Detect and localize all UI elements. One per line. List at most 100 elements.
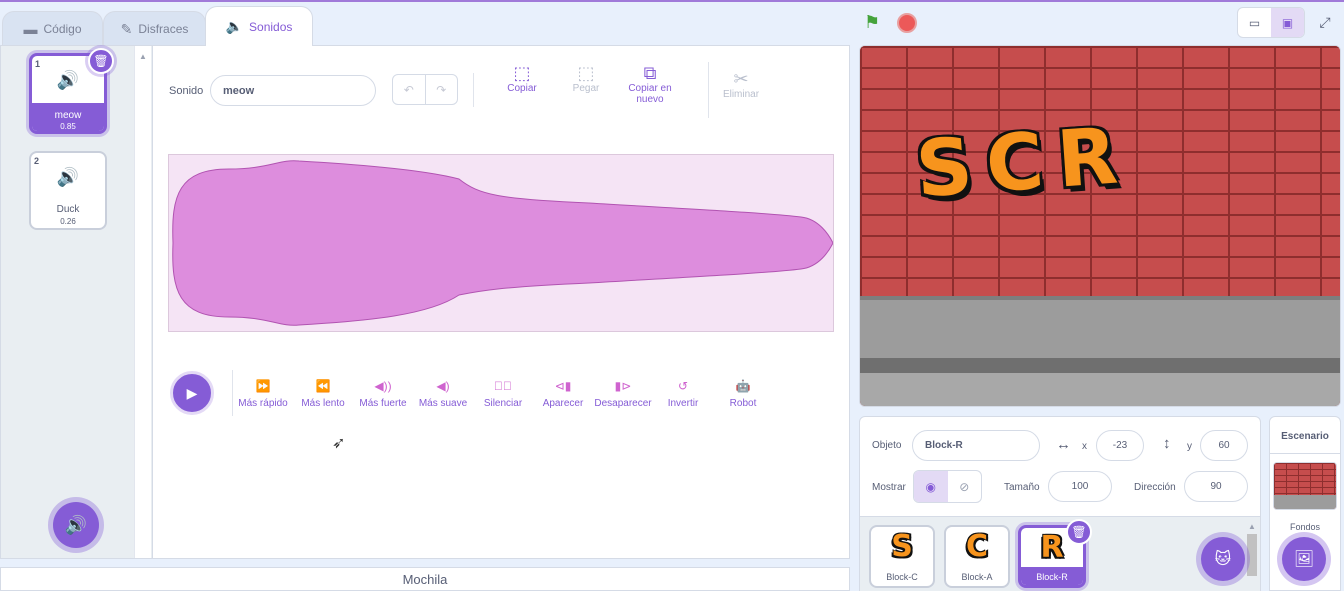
mute-icon: ◀⃥ [494, 379, 512, 393]
direction-label: Dirección [1134, 482, 1176, 493]
effect-fade-in[interactable]: ⊲▮ Aparecer [538, 379, 588, 409]
tab-code[interactable]: ▬ Código [2, 11, 103, 46]
effect-mute[interactable]: ◀⃥ Silenciar [478, 379, 528, 409]
top-border [0, 0, 1344, 2]
scroll-thumb[interactable] [1247, 534, 1257, 576]
small-stage-icon[interactable]: ▭ [1238, 8, 1271, 37]
effect-label: Más suave [418, 398, 468, 409]
cat-add-icon: 🐱 [1214, 551, 1232, 568]
tab-sounds-label: Sonidos [249, 19, 293, 34]
effect-fade-out[interactable]: ▮⊳ Desaparecer [592, 379, 654, 409]
size-field[interactable]: 100 [1048, 471, 1112, 502]
y-field[interactable]: 60 [1200, 430, 1248, 461]
effect-louder[interactable]: ◀)) Más fuerte [356, 379, 410, 409]
code-blocks-icon: ▬ [23, 21, 38, 37]
tab-code-label: Código [43, 22, 82, 36]
add-backdrop-button[interactable]: 🖼 [1282, 537, 1326, 581]
fade-in-icon: ⊲▮ [554, 379, 572, 393]
speaker-icon: 🔊 [56, 167, 80, 187]
sprite-tile-block-c[interactable]: S Block-C [869, 525, 935, 588]
y-label: y [1187, 441, 1192, 452]
sprite-tile-block-a[interactable]: C Block-A [944, 525, 1010, 588]
backdrop-thumbnail[interactable] [1273, 462, 1337, 510]
brush-icon: ✎ [120, 20, 133, 37]
sound-name: meow [54, 110, 82, 121]
sidewalk [860, 296, 1340, 358]
scroll-up-icon[interactable]: ▲ [139, 52, 147, 61]
stage-sprites-text[interactable]: SCR [913, 111, 1134, 216]
curb [860, 358, 1340, 373]
sound-name-field[interactable]: meow [210, 75, 376, 106]
eye-icon[interactable]: ◉ [914, 471, 948, 502]
size-label: Tamaño [1004, 482, 1040, 493]
normal-stage-icon[interactable]: ▣ [1271, 8, 1304, 37]
backpack-bar[interactable]: Mochila [0, 567, 850, 591]
sound-list-scrollbar[interactable]: ▲ [134, 46, 151, 558]
sprite-thumbnail: S [891, 529, 913, 564]
sound-duration: 0.85 [60, 122, 76, 131]
stop-icon[interactable] [897, 13, 917, 33]
scroll-up-icon[interactable]: ▲ [1248, 522, 1256, 531]
undo-icon[interactable]: ↶ [393, 75, 425, 104]
brick-wall [1274, 463, 1336, 495]
street [860, 373, 1340, 406]
effect-faster[interactable]: ⏩ Más rápido [236, 379, 290, 409]
mouse-cursor-icon: ➶ [332, 435, 346, 452]
waveform [172, 160, 834, 326]
x-field[interactable]: -23 [1096, 430, 1144, 461]
sprite-label: Objeto [872, 440, 902, 451]
copy-button[interactable]: ⬚ Copiar [500, 63, 544, 94]
add-sprite-button[interactable]: 🐱 [1201, 537, 1245, 581]
sprite-name: Block-R [1036, 572, 1068, 582]
sidewalk [1274, 495, 1336, 509]
paste-label: Pegar [572, 83, 600, 94]
sound-tile-duck[interactable]: 2 🔊 Duck 0.26 [29, 151, 107, 230]
stage-canvas[interactable]: SCR [859, 45, 1341, 407]
effect-label: Desaparecer [594, 398, 652, 409]
tab-costumes[interactable]: ✎ Disfraces [103, 11, 206, 46]
effect-label: Más rápido [238, 398, 288, 409]
stage-title: Escenario [1281, 431, 1329, 442]
effect-slower[interactable]: ⏪ Más lento [298, 379, 348, 409]
sprite-list-scrollbar[interactable]: ▲ [1245, 520, 1259, 580]
waveform-canvas[interactable] [168, 154, 834, 332]
paste-icon: ⬚ [577, 63, 595, 83]
copy-to-new-button[interactable]: ⧉ Copiar en nuevo [624, 64, 676, 105]
add-sound-button[interactable]: 🔊 [53, 502, 99, 548]
fade-out-icon: ▮⊳ [614, 379, 632, 393]
sprite-name: Block-C [886, 572, 918, 582]
y-position-icon: ↕ [1163, 435, 1171, 452]
redo-icon[interactable]: ↷ [424, 75, 458, 104]
effect-label: Silenciar [483, 398, 523, 409]
delete-sprite-button[interactable]: 🗑 [1066, 519, 1092, 545]
effect-reverse[interactable]: ↺ Invertir [660, 379, 706, 409]
volume-down-icon: ◀) [436, 379, 450, 393]
sound-index: 1 [35, 59, 41, 69]
play-icon: ▶ [186, 384, 198, 401]
x-position-icon: ↔ [1056, 436, 1071, 453]
copy-icon: ⬚ [513, 63, 531, 83]
effect-softer[interactable]: ◀) Más suave [416, 379, 470, 409]
sound-name-label: Sonido [169, 85, 204, 97]
sprite-name-field[interactable]: Block-R [912, 430, 1040, 461]
add-sound-icon: 🔊 [64, 514, 88, 535]
stage-size-toggle: ▭ ▣ [1237, 7, 1305, 38]
green-flag-icon[interactable]: ⚑ [864, 12, 880, 33]
fullscreen-icon[interactable]: ⤢ [1311, 7, 1339, 38]
tab-sounds[interactable]: 🔈 Sonidos [205, 6, 313, 46]
delete-sound-button[interactable]: 🗑 [88, 48, 114, 74]
paste-button[interactable]: ⬚ Pegar [566, 63, 606, 94]
delete-button[interactable]: ✂ Eliminar [718, 70, 764, 100]
eye-hidden-icon[interactable]: ⊘ [948, 471, 982, 502]
divider [473, 73, 474, 107]
speaker-icon: 🔈 [225, 18, 244, 34]
visibility-toggle: ◉ ⊘ [913, 470, 982, 503]
effect-label: Aparecer [542, 398, 584, 409]
divider [708, 62, 709, 118]
tab-costumes-label: Disfraces [138, 22, 189, 36]
play-button[interactable]: ▶ [170, 371, 214, 415]
effect-label: Más fuerte [359, 398, 407, 409]
direction-field[interactable]: 90 [1184, 471, 1248, 502]
divider [232, 370, 233, 416]
effect-robot[interactable]: 🤖 Robot [722, 379, 764, 409]
